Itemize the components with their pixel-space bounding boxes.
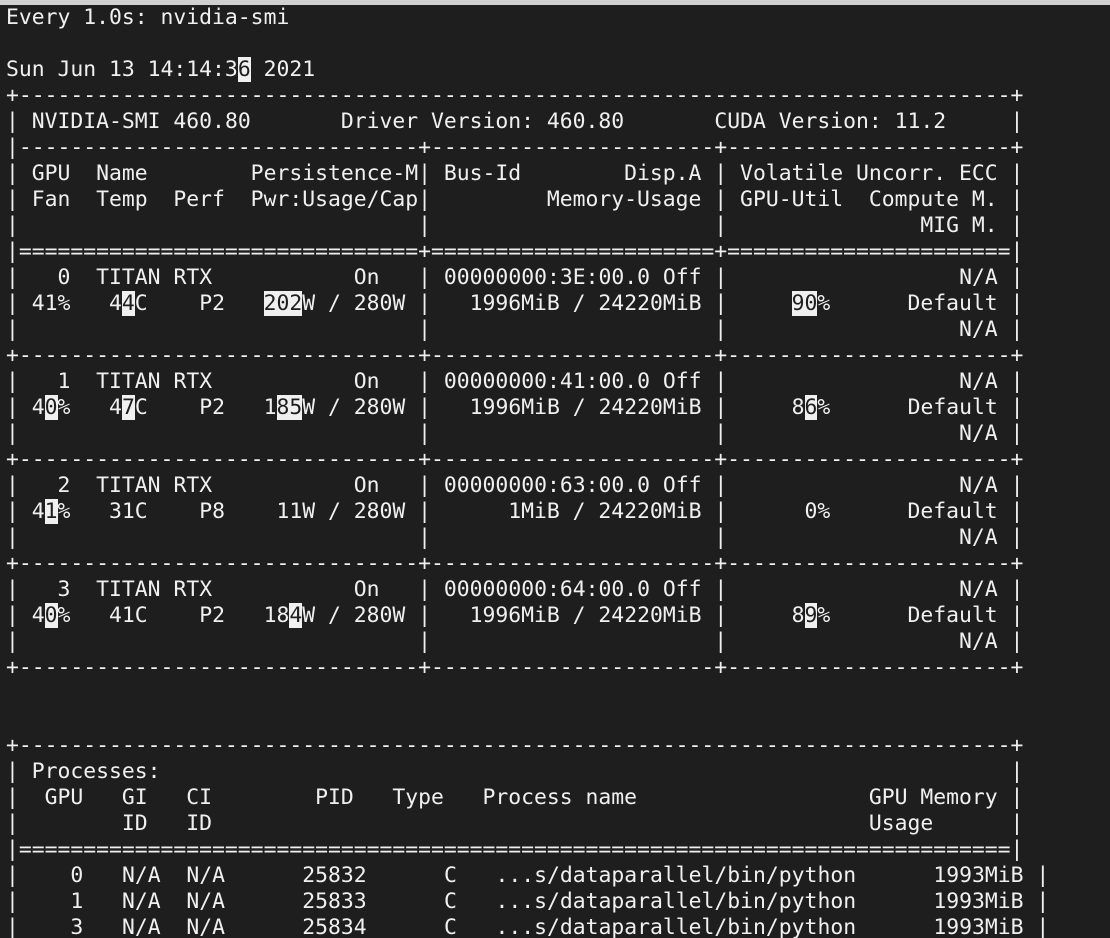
gpu-disp: Off xyxy=(662,473,702,498)
cursor-highlight: 85 xyxy=(276,395,303,420)
gpu-index: 3 xyxy=(57,577,71,602)
gpu-ecc: N/A xyxy=(959,369,998,394)
cursor-highlight: 0 xyxy=(44,603,58,628)
processes-title: Processes: xyxy=(31,759,161,784)
cursor-highlight: 1 xyxy=(44,499,58,524)
gpu-table-header-3: | | | MIG M. | xyxy=(6,213,1024,238)
gpu-table-header-2: | Fan Temp Perf Pwr:Usage/Cap| Memory-Us… xyxy=(6,187,1024,212)
gpu-bus-id: 00000000:63:00.0 xyxy=(443,473,650,498)
smi-version: NVIDIA-SMI 460.80 xyxy=(31,109,251,134)
terminal-output: Every 1.0s: nvidia-smi Sun Jun 13 14:14:… xyxy=(6,5,1050,938)
gpu-persistence: On xyxy=(353,265,380,290)
gpu-disp: Off xyxy=(662,577,702,602)
cursor-highlight: 9 xyxy=(804,603,818,628)
gpu-persistence: On xyxy=(353,577,380,602)
cursor-highlight: 4 xyxy=(289,603,303,628)
process-row: | 3 N/A N/A 25834 C ...s/dataparallel/bi… xyxy=(6,915,1050,938)
gpu-bus-id: 00000000:3E:00.0 xyxy=(443,265,650,290)
gpu-persistence: On xyxy=(353,369,380,394)
gpu-bus-id: 00000000:41:00.0 xyxy=(443,369,650,394)
gpu-disp: Off xyxy=(662,369,702,394)
cursor-highlight: 6 xyxy=(237,57,251,82)
gpu-index: 1 xyxy=(57,369,71,394)
gpu-name: TITAN RTX xyxy=(96,265,213,290)
cursor-highlight: 6 xyxy=(804,395,818,420)
gpu-index: 2 xyxy=(57,473,71,498)
gpu-row-1: | 1 TITAN RTX On | 00000000:41:00.0 Off … xyxy=(6,369,1024,446)
cursor-highlight: 4 xyxy=(121,291,135,316)
gpu-name: TITAN RTX xyxy=(96,473,213,498)
gpu-disp: Off xyxy=(662,265,702,290)
gpu-row-0: | 0 TITAN RTX On | 00000000:3E:00.0 Off … xyxy=(6,265,1024,342)
gpu-persistence: On xyxy=(353,473,380,498)
gpu-ecc: N/A xyxy=(959,473,998,498)
gpu-bus-id: 00000000:64:00.0 xyxy=(443,577,650,602)
gpu-row-3: | 3 TITAN RTX On | 00000000:64:00.0 Off … xyxy=(6,577,1024,654)
gpu-ecc: N/A xyxy=(959,577,998,602)
watch-header: Every 1.0s: nvidia-smi xyxy=(6,5,290,30)
gpu-ecc: N/A xyxy=(959,265,998,290)
cursor-highlight: 90 xyxy=(791,291,818,316)
gpu-name: TITAN RTX xyxy=(96,369,213,394)
gpu-row-2: | 2 TITAN RTX On | 00000000:63:00.0 Off … xyxy=(6,473,1024,550)
gpu-name: TITAN RTX xyxy=(96,577,213,602)
process-row: | 0 N/A N/A 25832 C ...s/dataparallel/bi… xyxy=(6,863,1050,888)
processes-header-1: | GPU GI CI PID Type Process name GPU Me… xyxy=(6,785,1024,810)
gpu-table-header-1: | GPU Name Persistence-M| Bus-Id Disp.A … xyxy=(6,161,1024,186)
cursor-highlight: 202 xyxy=(263,291,303,316)
cursor-highlight: 7 xyxy=(121,395,135,420)
processes-header-2: | ID ID Usage | xyxy=(6,811,1024,836)
cursor-highlight: 0 xyxy=(44,395,58,420)
process-row: | 1 N/A N/A 25833 C ...s/dataparallel/bi… xyxy=(6,889,1050,914)
driver-version: Driver Version: 460.80 xyxy=(340,109,625,134)
cuda-version: CUDA Version: 11.2 xyxy=(714,109,947,134)
timestamp-line: Sun Jun 13 14:14:36 2021 xyxy=(6,57,316,82)
gpu-index: 0 xyxy=(57,265,71,290)
terminal-window[interactable]: Every 1.0s: nvidia-smi Sun Jun 13 14:14:… xyxy=(0,5,1110,938)
